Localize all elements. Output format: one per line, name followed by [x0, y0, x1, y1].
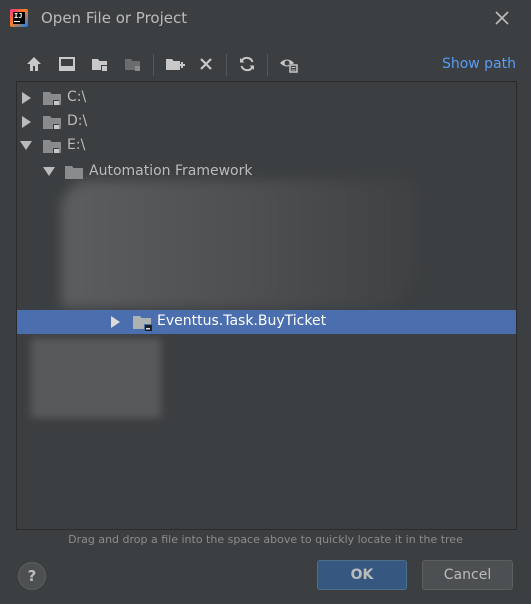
toolbar-separator: [267, 54, 268, 76]
tree-row-automation-framework[interactable]: Automation Framework: [17, 160, 516, 184]
show-hidden-icon[interactable]: [277, 52, 301, 76]
intellij-app-icon: IJ: [10, 9, 28, 27]
desktop-icon[interactable]: [55, 52, 79, 76]
project-folder-icon[interactable]: [88, 52, 112, 76]
delete-icon[interactable]: [194, 52, 218, 76]
ok-button[interactable]: OK: [317, 560, 407, 590]
tree-row-drive-d[interactable]: D:\: [17, 110, 516, 134]
tree-row-eventtus-project[interactable]: Eventtus.Task.BuyTicket: [17, 310, 516, 334]
dialog-title: Open File or Project: [41, 9, 188, 27]
drive-folder-icon: [43, 116, 61, 129]
folder-icon: [65, 166, 83, 179]
chevron-right-icon[interactable]: [110, 316, 121, 328]
chevron-down-icon[interactable]: [43, 166, 55, 177]
chevron-right-icon[interactable]: [21, 92, 32, 104]
tree-row-drive-c[interactable]: C:\: [17, 86, 516, 110]
cancel-button[interactable]: Cancel: [422, 560, 513, 590]
drive-folder-icon: [43, 140, 61, 153]
tree-row-label: Automation Framework: [89, 163, 253, 179]
module-folder-icon[interactable]: [121, 52, 145, 76]
tree-row-label: D:\: [67, 113, 88, 129]
file-tree[interactable]: C:\ D:\ E:\ Automation Framework Eventtu…: [16, 81, 517, 530]
show-path-link[interactable]: Show path: [442, 56, 516, 72]
toolbar-separator: [153, 54, 154, 76]
redacted-region: [61, 180, 416, 308]
chevron-down-icon[interactable]: [20, 140, 32, 151]
home-icon[interactable]: [22, 52, 46, 76]
title-bar: IJ Open File or Project: [0, 0, 531, 38]
refresh-icon[interactable]: [235, 52, 259, 76]
chevron-right-icon[interactable]: [21, 116, 32, 128]
project-folder-icon: [133, 316, 152, 331]
drive-folder-icon: [43, 92, 61, 105]
help-button[interactable]: ?: [18, 562, 46, 590]
tree-row-drive-e[interactable]: E:\: [17, 134, 516, 158]
toolbar-separator: [226, 54, 227, 76]
tree-row-label: C:\: [67, 89, 87, 105]
close-icon[interactable]: [493, 9, 511, 27]
drag-drop-hint: Drag and drop a file into the space abov…: [68, 533, 463, 546]
redacted-region: [31, 338, 161, 418]
new-folder-icon[interactable]: [163, 52, 187, 76]
tree-row-label: Eventtus.Task.BuyTicket: [157, 313, 327, 329]
tree-row-label: E:\: [67, 137, 86, 153]
